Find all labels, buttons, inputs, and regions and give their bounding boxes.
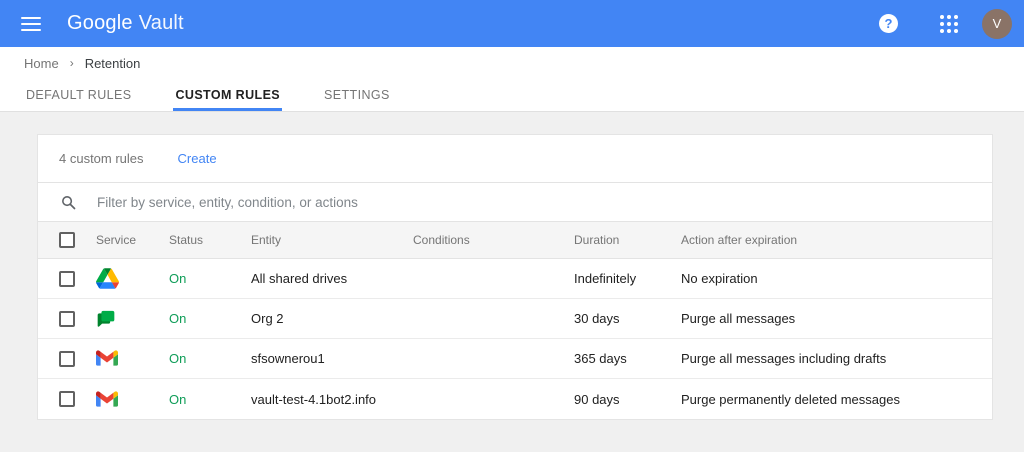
google-drive-icon [96, 268, 119, 289]
google-chat-icon [96, 309, 116, 329]
help-icon[interactable]: ? [879, 14, 898, 33]
column-header-entity: Entity [251, 233, 413, 247]
row-checkbox[interactable] [59, 351, 75, 367]
chevron-right-icon: › [70, 56, 74, 70]
action-value: No expiration [681, 271, 992, 286]
status-value: On [169, 392, 251, 407]
breadcrumb-home[interactable]: Home [24, 56, 59, 71]
filter-bar [38, 182, 992, 221]
status-value: On [169, 351, 251, 366]
search-icon [60, 194, 77, 211]
row-checkbox[interactable] [59, 391, 75, 407]
gmail-icon [96, 350, 118, 367]
table-row[interactable]: On sfsownerou1 365 days Purge all messag… [38, 339, 992, 379]
rules-count-label: 4 custom rules [59, 151, 144, 166]
table-header-row: Service Status Entity Conditions Duratio… [38, 221, 992, 259]
action-value: Purge all messages including drafts [681, 351, 992, 366]
rules-header: 4 custom rules Create [38, 135, 992, 182]
tab-default-rules[interactable]: DEFAULT RULES [24, 79, 133, 111]
action-value: Purge permanently deleted messages [681, 392, 992, 407]
gmail-icon [96, 391, 118, 408]
column-header-status: Status [169, 233, 251, 247]
logo-google-text: Google [67, 12, 133, 35]
entity-value: vault-test-4.1bot2.info [251, 392, 413, 407]
table-row[interactable]: On All shared drives Indefinitely No exp… [38, 259, 992, 299]
logo-product-text: Vault [139, 12, 184, 35]
column-header-service: Service [96, 233, 169, 247]
column-header-duration: Duration [574, 233, 681, 247]
menu-icon[interactable] [21, 17, 41, 31]
app-bar: Google Vault ? V [0, 0, 1024, 47]
create-rule-button[interactable]: Create [178, 151, 217, 166]
duration-value: Indefinitely [574, 271, 681, 286]
avatar[interactable]: V [982, 9, 1012, 39]
app-logo: Google Vault [67, 12, 184, 35]
table-row[interactable]: On vault-test-4.1bot2.info 90 days Purge… [38, 379, 992, 419]
entity-value: All shared drives [251, 271, 413, 286]
breadcrumb: Home › Retention [0, 47, 1024, 79]
action-value: Purge all messages [681, 311, 992, 326]
column-header-action: Action after expiration [681, 233, 992, 247]
tab-bar: DEFAULT RULES CUSTOM RULES SETTINGS [0, 79, 1024, 112]
appbar-actions: ? V [879, 9, 1012, 39]
select-all-checkbox[interactable] [59, 232, 75, 248]
entity-value: Org 2 [251, 311, 413, 326]
breadcrumb-current: Retention [85, 56, 141, 71]
status-value: On [169, 271, 251, 286]
row-checkbox[interactable] [59, 271, 75, 287]
duration-value: 365 days [574, 351, 681, 366]
entity-value: sfsownerou1 [251, 351, 413, 366]
status-value: On [169, 311, 251, 326]
apps-grid-icon[interactable] [940, 15, 958, 33]
filter-input[interactable] [97, 195, 992, 210]
table-body: On All shared drives Indefinitely No exp… [38, 259, 992, 419]
custom-rules-card: 4 custom rules Create Service Status Ent… [37, 134, 993, 420]
duration-value: 90 days [574, 392, 681, 407]
table-row[interactable]: On Org 2 30 days Purge all messages [38, 299, 992, 339]
row-checkbox[interactable] [59, 311, 75, 327]
duration-value: 30 days [574, 311, 681, 326]
tab-settings[interactable]: SETTINGS [322, 79, 392, 111]
column-header-conditions: Conditions [413, 233, 574, 247]
page-content: 4 custom rules Create Service Status Ent… [0, 112, 1024, 420]
tab-custom-rules[interactable]: CUSTOM RULES [173, 79, 282, 111]
